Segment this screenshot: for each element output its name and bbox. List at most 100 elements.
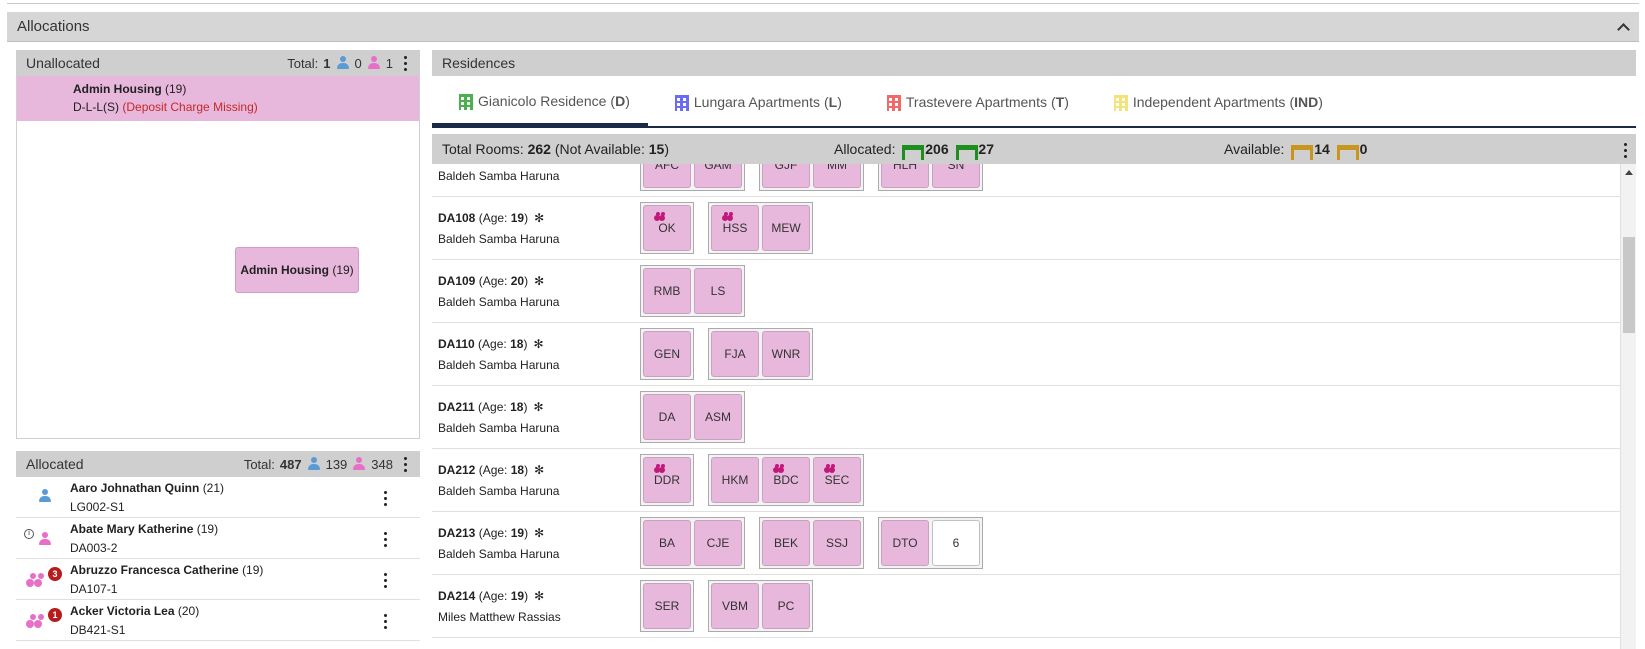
bed-slot[interactable]: SN: [932, 164, 980, 188]
bed-slot[interactable]: ASM: [694, 394, 742, 440]
roommate-group-icon: [654, 464, 666, 472]
bed-slot[interactable]: CJE: [694, 520, 742, 566]
tab-lungara[interactable]: Lungara Apartments (L): [648, 78, 860, 126]
bed-icon: [1336, 145, 1359, 160]
bed-slot[interactable]: MEW: [762, 205, 810, 251]
room-id[interactable]: DA213 (Age: 19) ✻: [438, 526, 544, 540]
bed-slot[interactable]: DTO: [881, 520, 929, 566]
more-vert-icon[interactable]: [378, 571, 392, 589]
tab-code: IND: [1294, 94, 1319, 110]
student-name: Abate Mary Katherine: [70, 522, 194, 536]
available-value-a: 14: [1314, 141, 1330, 157]
residences-header: Residences: [432, 50, 1636, 76]
room-id[interactable]: DA212 (Age: 18) ✻: [438, 463, 544, 477]
more-vert-icon[interactable]: [378, 530, 392, 548]
student-initials: DTO: [892, 536, 918, 550]
allocations-header[interactable]: Allocations: [7, 12, 1639, 42]
more-vert-icon[interactable]: [378, 489, 392, 507]
student-age: (20): [177, 604, 200, 618]
student-initials: HSS: [722, 221, 748, 235]
more-vert-icon[interactable]: [398, 54, 412, 72]
bed-group: HSS MEW: [708, 202, 813, 254]
rooms-scrollbar[interactable]: [1620, 164, 1636, 649]
room-manager: Baldeh Samba Haruna: [438, 232, 560, 246]
room-code: DA212: [438, 463, 476, 477]
bed-slot[interactable]: LS: [694, 268, 742, 314]
student-name: Acker Victoria Lea: [70, 604, 175, 618]
bed-slot[interactable]: DDR: [643, 457, 691, 503]
list-item[interactable]: Aaro Johnathan Quinn (21) LG002-S1: [16, 477, 420, 518]
bed-slot[interactable]: SER: [643, 583, 691, 629]
age-close: ): [523, 337, 528, 351]
age-value: 19: [510, 211, 525, 225]
room-manager: Baldeh Samba Haruna: [438, 169, 560, 183]
bed-slot[interactable]: PC: [762, 583, 810, 629]
list-item[interactable]: 1 Acker Victoria Lea (20) DB421-S1: [16, 600, 420, 641]
room-id[interactable]: DA109 (Age: 20) ✻: [438, 274, 544, 288]
bed-groups: BA CJE BEK SSJ DTO 6: [640, 517, 983, 569]
bed-group: SER: [640, 580, 694, 632]
bed-slot[interactable]: WNR: [762, 331, 810, 377]
age-value: 18: [510, 337, 524, 351]
bed-slot[interactable]: AFC: [643, 164, 691, 188]
more-vert-icon[interactable]: [1618, 141, 1632, 159]
allocated-totals: Total: 487 139 348: [244, 455, 412, 473]
bed-slot[interactable]: HKM: [711, 457, 759, 503]
room-id[interactable]: DA211 (Age: 18) ✻: [438, 400, 544, 414]
room-row: DA211 (Age: 18) ✻ Baldeh Samba Haruna DA ASM: [432, 386, 1620, 449]
bed-slot[interactable]: HSS: [711, 205, 759, 251]
list-item[interactable]: i Abate Mary Katherine (19) DA003-2: [16, 518, 420, 559]
building-icon: [458, 92, 474, 110]
room-code: LG002-S1: [70, 500, 125, 514]
tab-trastevere[interactable]: Trastevere Apartments (T): [860, 78, 1087, 126]
allocated-summary: Allocated: 206 27: [834, 141, 994, 160]
building-icon: [674, 93, 690, 111]
bed-slot[interactable]: SSJ: [813, 520, 861, 566]
chevron-up-icon[interactable]: [1617, 21, 1629, 33]
more-vert-icon[interactable]: [398, 455, 412, 473]
room-id[interactable]: DA214 (Age: 19) ✻: [438, 589, 544, 603]
bed-group: DA ASM: [640, 391, 745, 443]
bed-slot[interactable]: SEC: [813, 457, 861, 503]
bed-slot[interactable]: MM: [813, 164, 861, 188]
bed-slot[interactable]: GJF: [762, 164, 810, 188]
bed-slot[interactable]: GAM: [694, 164, 742, 188]
tab-gianicolo[interactable]: Gianicolo Residence (D): [432, 78, 648, 126]
empty-bed-slot[interactable]: 6: [932, 520, 980, 566]
student-initials: VBM: [721, 599, 748, 613]
bed-groups: DDR HKM BDC SEC: [640, 454, 864, 506]
bed-slot[interactable]: OK: [643, 205, 691, 251]
admin-housing-chip[interactable]: Admin Housing (19): [235, 247, 359, 293]
bed-slot[interactable]: BEK: [762, 520, 810, 566]
female-count: 348: [371, 456, 393, 472]
info-icon[interactable]: i: [24, 529, 34, 539]
bed-slot[interactable]: FJA: [711, 331, 759, 377]
tab-label: Independent Apartments: [1132, 94, 1286, 110]
bed-slot[interactable]: GEN: [643, 331, 691, 377]
unallocated-title: Unallocated: [26, 55, 100, 71]
bed-slot[interactable]: BDC: [762, 457, 810, 503]
bed-group: RMB LS: [640, 265, 745, 317]
room-manager: Baldeh Samba Haruna: [438, 421, 560, 435]
room-row: DA212 (Age: 18) ✻ Baldeh Samba Haruna DDR HK…: [432, 449, 1620, 512]
tab-independent[interactable]: Independent Apartments (IND): [1087, 78, 1341, 126]
more-vert-icon[interactable]: [378, 612, 392, 630]
unallocated-item[interactable]: Admin Housing (19) D-L-L(S) (Deposit Cha…: [17, 76, 419, 121]
bed-slot[interactable]: DA: [643, 394, 691, 440]
bed-group: AFC GAM: [640, 164, 745, 191]
available-label: Available:: [1224, 141, 1285, 157]
student-initials: HKM: [721, 473, 749, 487]
building-icon: [1113, 93, 1129, 111]
age-value: 19: [510, 589, 525, 603]
not-available-label: (Not Available:: [554, 141, 645, 157]
bed-slot[interactable]: VBM: [711, 583, 759, 629]
student-initials: LS: [710, 284, 726, 298]
list-item[interactable]: 3 Abruzzo Francesca Catherine (19) DA107…: [16, 559, 420, 600]
conflict-badge: 1: [48, 608, 62, 622]
room-id[interactable]: DA108 (Age: 19) ✻: [438, 211, 544, 225]
room-id[interactable]: DA110 (Age: 18) ✻: [438, 337, 544, 351]
bed-group: VBM PC: [708, 580, 813, 632]
bed-slot[interactable]: HLH: [881, 164, 929, 188]
bed-slot[interactable]: RMB: [643, 268, 691, 314]
bed-slot[interactable]: BA: [643, 520, 691, 566]
